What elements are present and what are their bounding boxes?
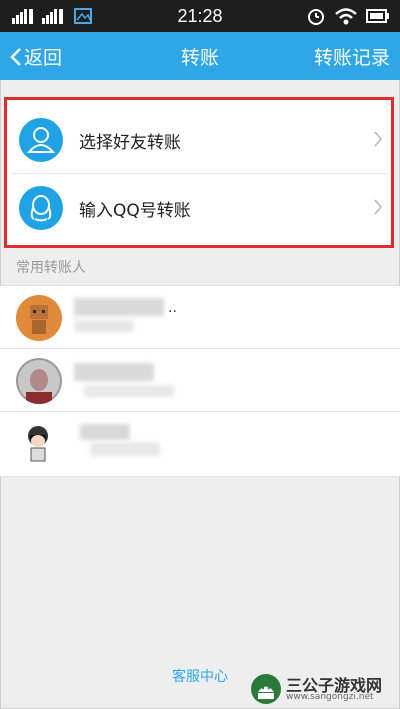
transfer-options-panel: 选择好友转账 输入QQ号转账 xyxy=(4,97,394,248)
enter-qq-transfer-option[interactable]: 输入QQ号转账 xyxy=(7,174,391,240)
person-icon xyxy=(19,118,63,162)
android-logo-icon xyxy=(251,674,281,704)
site-watermark: 三公子游戏网 www.sangongzi.net xyxy=(246,670,396,707)
contact-row[interactable] xyxy=(0,412,400,474)
blurred-name xyxy=(74,298,164,316)
chevron-right-icon xyxy=(374,131,382,147)
alarm-icon xyxy=(308,9,324,25)
frequent-payees-heading: 常用转账人 xyxy=(16,260,86,276)
battery-icon xyxy=(366,9,389,23)
contact-name-suffix: .. xyxy=(168,300,177,316)
blurred-detail xyxy=(74,320,134,332)
blurred-name xyxy=(80,424,130,440)
status-bar: 21:28 xyxy=(0,0,400,32)
wifi-icon xyxy=(335,8,357,25)
nav-bar: 返回 转账 转账记录 xyxy=(0,32,400,80)
qq-person-icon xyxy=(19,186,63,230)
watermark-url: www.sangongzi.net xyxy=(286,692,374,702)
select-friend-transfer-option[interactable]: 选择好友转账 xyxy=(7,106,391,172)
blurred-detail xyxy=(90,442,160,456)
contact-row[interactable]: .. xyxy=(0,286,400,348)
avatar xyxy=(16,421,62,467)
avatar xyxy=(16,295,62,341)
frequent-payees-list: .. xyxy=(0,285,400,477)
contact-row[interactable] xyxy=(0,349,400,411)
blurred-name xyxy=(74,363,154,381)
avatar xyxy=(16,358,62,404)
chevron-right-icon xyxy=(374,199,382,215)
option-label: 选择好友转账 xyxy=(79,133,181,153)
transfer-records-button[interactable]: 转账记录 xyxy=(314,43,390,70)
blurred-detail xyxy=(84,385,174,397)
option-label: 输入QQ号转账 xyxy=(79,201,191,221)
